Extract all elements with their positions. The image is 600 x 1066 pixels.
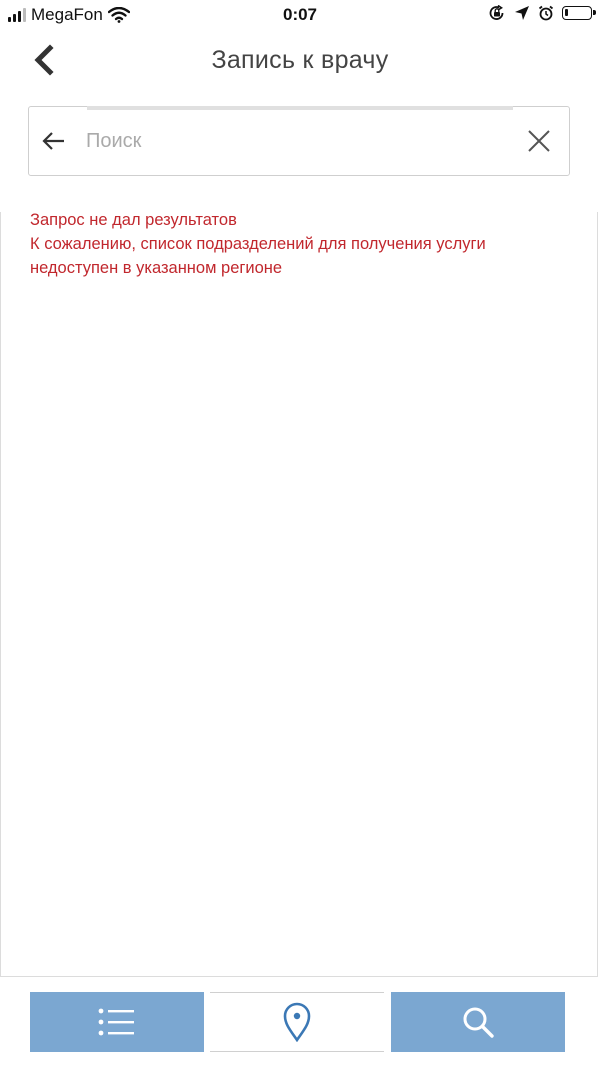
battery-icon xyxy=(562,6,596,20)
search-box xyxy=(28,106,570,176)
search-back-button[interactable] xyxy=(39,126,69,156)
bottom-tab-bar xyxy=(0,992,600,1054)
search-icon xyxy=(463,1007,494,1038)
search-clear-button[interactable] xyxy=(525,127,553,155)
list-icon xyxy=(98,1008,134,1036)
tab-map[interactable] xyxy=(210,992,384,1052)
no-results-message: Запрос не дал результатов К сожалению, с… xyxy=(30,208,570,280)
no-results-text-line-1: К сожалению, список подразделений для по… xyxy=(30,235,486,253)
status-right xyxy=(488,5,596,21)
map-pin-icon xyxy=(283,1002,311,1042)
page-title: Запись к врачу xyxy=(211,46,389,74)
arrow-left-icon xyxy=(42,132,64,150)
search-progress-line xyxy=(87,106,513,110)
tab-list[interactable] xyxy=(30,992,204,1052)
alarm-icon xyxy=(538,5,554,21)
tab-search[interactable] xyxy=(391,992,565,1052)
results-panel xyxy=(0,212,598,977)
close-icon xyxy=(528,130,550,152)
battery-fill xyxy=(565,9,568,16)
header: Запись к врачу xyxy=(0,30,600,92)
search-input[interactable] xyxy=(86,123,506,159)
location-arrow-icon xyxy=(515,6,529,20)
rotation-lock-icon xyxy=(489,5,504,20)
no-results-text-line-2: недоступен в указанном регионе xyxy=(30,259,283,277)
no-results-title: Запрос не дал результатов xyxy=(30,211,237,229)
status-bar: MegaFon 0:07 xyxy=(0,0,600,30)
